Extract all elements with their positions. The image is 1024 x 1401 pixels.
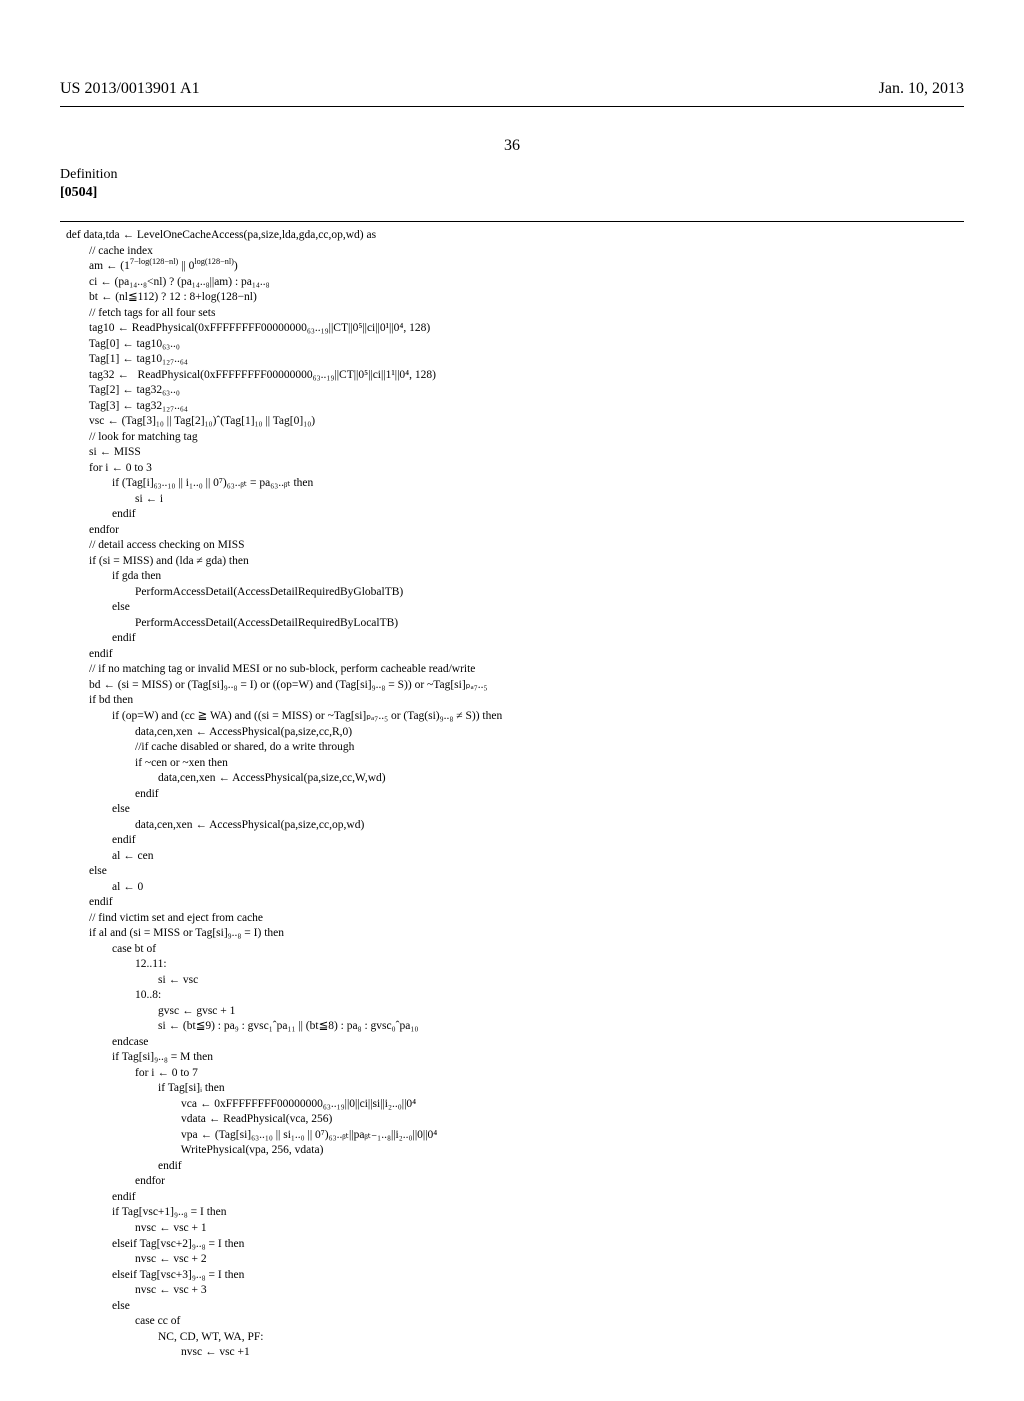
section-title: Definition	[60, 167, 964, 183]
code-line: Tag[3] ← tag32₁₂₇..₆₄	[66, 400, 188, 412]
code-line: endif	[66, 1191, 136, 1203]
code-line: vpa ← (Tag[si]₆₃..₁₀ || si₁..₀ || 0⁷)₆₃.…	[66, 1129, 437, 1141]
header-rule	[60, 106, 964, 107]
code-line: // detail access checking on MISS	[66, 539, 245, 551]
code-line: si ← MISS	[66, 446, 141, 458]
publication-number: US 2013/0013901 A1	[60, 80, 200, 98]
code-line: // cache index	[66, 245, 153, 257]
code-line: endfor	[66, 524, 119, 536]
code-line: nvsc ← vsc + 2	[66, 1253, 207, 1265]
code-line: // fetch tags for all four sets	[66, 307, 215, 319]
code-line: 12..11:	[66, 958, 167, 970]
code-line: if ~cen or ~xen then	[66, 757, 228, 769]
code-line: // if no matching tag or invalid MESI or…	[66, 663, 475, 675]
code-line: WritePhysical(vpa, 256, vdata)	[66, 1144, 323, 1156]
code-line: data,cen,xen ← AccessPhysical(pa,size,cc…	[66, 772, 386, 784]
code-line: Tag[2] ← tag32₆₃..₀	[66, 384, 180, 396]
code-line: if Tag[vsc+1]₉..₈ = I then	[66, 1206, 227, 1218]
code-line: def data,tda ← LevelOneCacheAccess(pa,si…	[66, 229, 376, 241]
code-line: else	[66, 1300, 130, 1312]
code-line: if bd then	[66, 694, 133, 706]
paragraph-label: [0504]	[60, 185, 964, 201]
pseudocode-block: def data,tda ← LevelOneCacheAccess(pa,si…	[60, 228, 964, 1361]
code-line: PerformAccessDetail(AccessDetailRequired…	[66, 617, 398, 629]
code-line: endif	[66, 834, 136, 846]
code-line: ci ← (pa₁₄..₈<nl) ? (pa₁₄..₈||am) : pa₁₄…	[66, 276, 270, 288]
code-line: // find victim set and eject from cache	[66, 912, 263, 924]
code-line: elseif Tag[vsc+3]₉..₈ = I then	[66, 1269, 244, 1281]
code-line: // look for matching tag	[66, 431, 198, 443]
code-line: nvsc ← vsc +1	[66, 1346, 250, 1358]
code-line: al ← 0	[66, 881, 143, 893]
code-line: endif	[66, 896, 113, 908]
code-line: if Tag[si]₉..₈ = M then	[66, 1051, 213, 1063]
code-line: NC, CD, WT, WA, PF:	[66, 1331, 263, 1343]
code-line: case bt of	[66, 943, 156, 955]
code-line: for i ← 0 to 7	[66, 1067, 198, 1079]
code-line: endif	[66, 1160, 182, 1172]
code-line: nvsc ← vsc + 3	[66, 1284, 207, 1296]
publication-date: Jan. 10, 2013	[879, 80, 964, 98]
code-line: bd ← (si = MISS) or (Tag[si]₉..₈ = I) or…	[66, 679, 488, 691]
code-line: Tag[1] ← tag10₁₂₇..₆₄	[66, 353, 188, 365]
page-number: 36	[60, 137, 964, 155]
code-line: si ← i	[66, 493, 163, 505]
code-line: case cc of	[66, 1315, 180, 1327]
page-header: US 2013/0013901 A1 Jan. 10, 2013	[60, 80, 964, 98]
code-line: endif	[66, 632, 136, 644]
code-line: endif	[66, 648, 113, 660]
code-line: tag10 ← ReadPhysical(0xFFFFFFFF00000000₆…	[66, 322, 430, 334]
code-line: if Tag[si]ᵢ then	[66, 1082, 225, 1094]
code-line: if (Tag[i]₆₃..₁₀ || i₁..₀ || 0⁷)₆₃..ᵦₜ =…	[66, 477, 313, 489]
code-line: if al and (si = MISS or Tag[si]₉..₈ = I)…	[66, 927, 284, 939]
code-line: Tag[0] ← tag10₆₃..₀	[66, 338, 180, 350]
code-line: if (si = MISS) and (lda ≠ gda) then	[66, 555, 249, 567]
code-line: gvsc ← gvsc + 1	[66, 1005, 235, 1017]
code-line: else	[66, 803, 130, 815]
code-line: else	[66, 601, 130, 613]
code-line: //if cache disabled or shared, do a writ…	[66, 741, 354, 753]
code-line: bt ← (nl≦112) ? 12 : 8+log(128−nl)	[66, 291, 257, 303]
code-line: else	[66, 865, 107, 877]
code-line: endif	[66, 788, 159, 800]
code-line: vca ← 0xFFFFFFFF00000000₆₃..₁₉||0||ci||s…	[66, 1098, 416, 1110]
code-line: for i ← 0 to 3	[66, 462, 152, 474]
code-line: if (op=W) and (cc ≧ WA) and ((si = MISS)…	[66, 710, 502, 722]
code-line: vdata ← ReadPhysical(vca, 256)	[66, 1113, 332, 1125]
code-line: if gda then	[66, 570, 161, 582]
code-line: tag32 ← ReadPhysical(0xFFFFFFFF00000000₆…	[66, 369, 436, 381]
code-line: si ← (bt≦9) : pa₉ : gvsc₁ˆpa₁₁ || (bt≦8)…	[66, 1020, 418, 1032]
page: US 2013/0013901 A1 Jan. 10, 2013 36 Defi…	[0, 0, 1024, 1401]
code-line: endif	[66, 508, 136, 520]
code-line: 10..8:	[66, 989, 161, 1001]
code-line: data,cen,xen ← AccessPhysical(pa,size,cc…	[66, 819, 364, 831]
code-line: al ← cen	[66, 850, 154, 862]
code-line: endcase	[66, 1036, 148, 1048]
code-line: elseif Tag[vsc+2]₉..₈ = I then	[66, 1238, 244, 1250]
code-line: vsc ← (Tag[3]₁₀ || Tag[2]₁₀)ˆ(Tag[1]₁₀ |…	[66, 415, 315, 427]
code-line: nvsc ← vsc + 1	[66, 1222, 207, 1234]
code-top-rule	[60, 221, 964, 222]
code-line: endfor	[66, 1175, 165, 1187]
code-line: am ← (17−log(128−nl) || 0log(128−nl))	[66, 260, 238, 272]
code-line: data,cen,xen ← AccessPhysical(pa,size,cc…	[66, 726, 352, 738]
code-line: si ← vsc	[66, 974, 198, 986]
code-line: PerformAccessDetail(AccessDetailRequired…	[66, 586, 403, 598]
